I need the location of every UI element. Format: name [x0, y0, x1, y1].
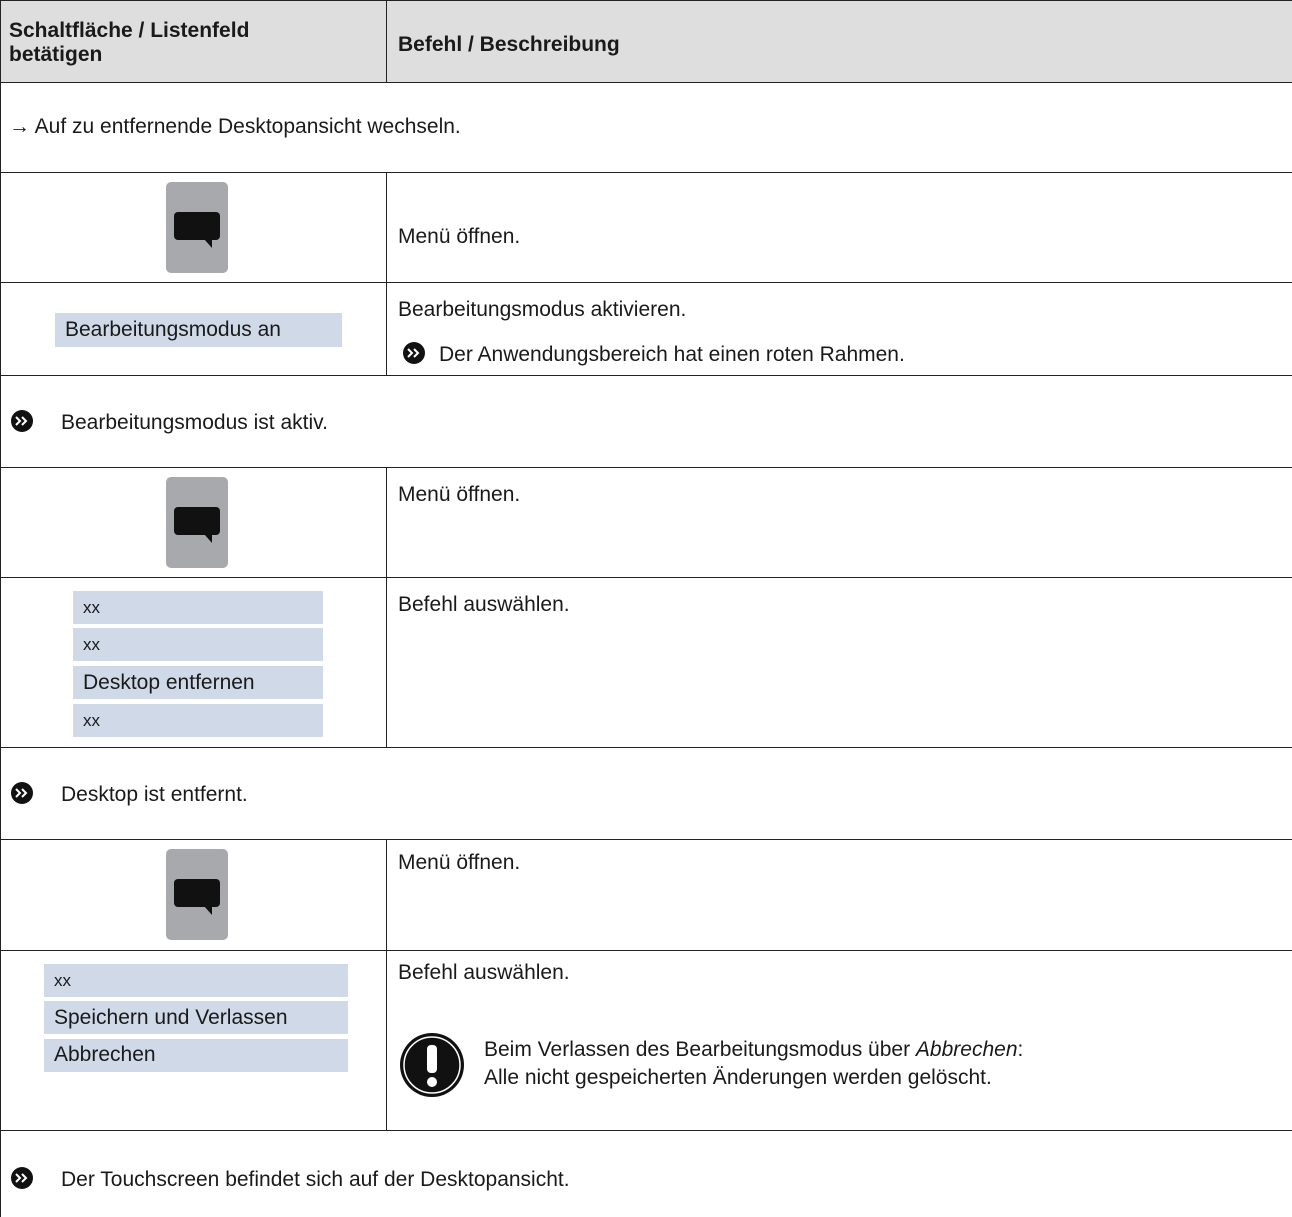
header-col-description: Befehl / Beschreibung — [387, 1, 1292, 82]
step-row-menu-2: Menü öffnen. — [0, 468, 1292, 578]
select-command-text: Befehl auswählen. — [398, 593, 570, 616]
list-item[interactable]: xx — [73, 628, 323, 661]
final-text: Der Touchscreen befindet sich auf der De… — [61, 1168, 570, 1191]
edit-mode-button[interactable]: Bearbeitungsmodus an — [55, 313, 342, 347]
menu-open-text: Menü öffnen. — [398, 483, 521, 506]
menu-open-text: Menü öffnen. — [398, 851, 521, 874]
double-chevron-circle-icon — [403, 342, 425, 364]
step-row-list-1: xx xx Desktop entfernen xx Befehl auswäh… — [0, 578, 1292, 748]
list-item-save-and-exit[interactable]: Speichern und Verlassen — [44, 1001, 348, 1034]
list-item-desktop-remove[interactable]: Desktop entfernen — [73, 666, 323, 699]
step-row-desktop-removed: Desktop ist entfernt. — [0, 748, 1292, 840]
edit-activate-text: Bearbeitungsmodus aktivieren. — [398, 298, 687, 321]
edit-active-text: Bearbeitungsmodus ist aktiv. — [61, 411, 328, 434]
exclamation-circle-icon — [400, 1033, 464, 1097]
double-chevron-circle-icon — [11, 782, 33, 804]
step-row-edit-mode: Bearbeitungsmodus an Bearbeitungsmodus a… — [0, 283, 1292, 376]
menu-open-text: Menü öffnen. — [398, 225, 521, 248]
double-chevron-circle-icon — [11, 1167, 33, 1189]
warning-cancel-term: Abbrechen — [915, 1038, 1018, 1061]
double-chevron-circle-icon — [11, 410, 33, 432]
speech-bubble-icon — [174, 507, 220, 543]
step-row-edit-active: Bearbeitungsmodus ist aktiv. — [0, 376, 1292, 468]
step-row-menu-3: Menü öffnen. — [0, 840, 1292, 951]
table-header: Schaltfläche / Listenfeld betätigen Befe… — [0, 0, 1292, 83]
intro-text: → Auf zu entfernende Desktopansicht wech… — [9, 115, 461, 138]
step-row-final: Der Touchscreen befindet sich auf der De… — [0, 1131, 1292, 1217]
list-item[interactable]: xx — [73, 591, 323, 624]
warning-line-2: Alle nicht gespeicherten Änderungen werd… — [484, 1066, 992, 1089]
warning-line-1-colon: : — [1017, 1038, 1024, 1061]
edit-result-text: Der Anwendungsbereich hat einen roten Ra… — [439, 343, 905, 366]
menu-button[interactable] — [166, 182, 228, 273]
select-command-text: Befehl auswählen. — [398, 961, 570, 984]
list-item[interactable]: xx — [44, 964, 348, 997]
step-row-intro: → Auf zu entfernende Desktopansicht wech… — [0, 83, 1292, 173]
command-list-2: xx Speichern und Verlassen Abbrechen — [1, 951, 387, 1130]
header-col2: Befehl / Beschreibung — [398, 33, 620, 56]
list-item-cancel[interactable]: Abbrechen — [44, 1039, 348, 1072]
speech-bubble-icon — [174, 879, 220, 915]
speech-bubble-icon — [174, 212, 220, 248]
header-col1-line2: betätigen — [9, 43, 103, 66]
step-row-list-2: xx Speichern und Verlassen Abbrechen Bef… — [0, 951, 1292, 1131]
step-row-menu-1: Menü öffnen. — [0, 173, 1292, 283]
warning-line-1: Beim Verlassen des Bearbeitungsmodus übe… — [484, 1038, 1023, 1062]
menu-button[interactable] — [166, 849, 228, 940]
warning-line-1-text: Beim Verlassen des Bearbeitungsmodus übe… — [484, 1038, 916, 1061]
list-item[interactable]: xx — [73, 704, 323, 737]
desktop-removed-text: Desktop ist entfernt. — [61, 783, 248, 806]
header-col-button: Schaltfläche / Listenfeld betätigen — [1, 1, 387, 82]
command-list-1: xx xx Desktop entfernen xx — [1, 578, 387, 747]
header-col1-line1: Schaltfläche / Listenfeld — [9, 19, 250, 42]
menu-button[interactable] — [166, 477, 228, 568]
